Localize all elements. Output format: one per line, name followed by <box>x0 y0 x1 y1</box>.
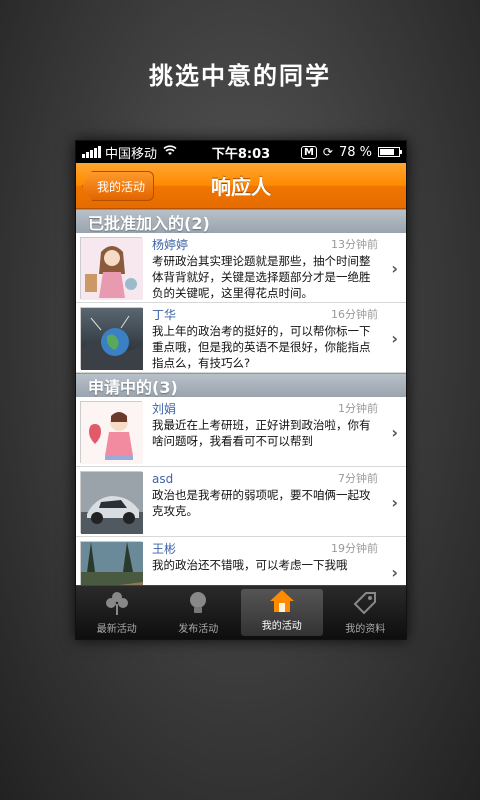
list-item[interactable]: 杨婷婷 13分钟前 考研政治其实理论题就是那些，抽个时间整体背背就好，关键是选择… <box>76 233 406 303</box>
chevron-right-icon: › <box>391 493 398 512</box>
tab-label: 我的资料 <box>345 624 386 635</box>
flower-icon <box>102 589 132 617</box>
tab-my-activities[interactable]: 我的活动 <box>241 589 323 636</box>
tag-icon <box>350 589 380 617</box>
chevron-right-icon: › <box>391 329 398 348</box>
avatar <box>80 237 143 300</box>
tab-label: 我的活动 <box>261 621 302 632</box>
section-pending: 申请中的(3) 刘娟 1分钟前 我最近在上考研班，正好讲到政治啦，你有啥问题呀，… <box>76 373 406 607</box>
nav-title: 响应人 <box>211 175 271 199</box>
tab-publish-activity[interactable]: 发布活动 <box>158 586 240 639</box>
page-headline: 挑选中意的同学 <box>149 62 331 90</box>
battery-icon <box>378 147 402 157</box>
row-text: 政治也是我考研的弱项呢，要不咱俩一起攻克攻克。 <box>152 488 371 518</box>
signal-icon <box>82 146 101 158</box>
tab-my-profile[interactable]: 我的资料 <box>325 586 407 639</box>
row-text: 我的政治还不错哦，可以考虑一下我哦 <box>152 558 348 572</box>
section-approved: 已批准加入的(2) 杨婷婷 13分钟前 考研政治其实理论题就是那些，抽个时间整体… <box>76 209 406 373</box>
list-item[interactable]: asd 7分钟前 政治也是我考研的弱项呢，要不咱俩一起攻克攻克。 › <box>76 467 406 537</box>
tab-label: 最新活动 <box>96 624 137 635</box>
nav-bar: 我的活动 响应人 <box>76 163 406 209</box>
row-time: 16分钟前 <box>331 308 378 321</box>
avatar <box>80 401 143 464</box>
chevron-right-icon: › <box>391 423 398 442</box>
list-item[interactable]: 刘娟 1分钟前 我最近在上考研班，正好讲到政治啦，你有啥问题呀，我看看可不可以帮… <box>76 397 406 467</box>
row-time: 1分钟前 <box>338 402 378 415</box>
chevron-right-icon: › <box>391 563 398 582</box>
section-header-approved: 已批准加入的(2) <box>76 209 406 233</box>
back-button[interactable]: 我的活动 <box>82 171 155 201</box>
tab-bar: 最新活动 发布活动 我的活动 我的资料 <box>76 585 406 639</box>
chevron-right-icon: › <box>391 259 398 278</box>
battery-percent: 78 % <box>338 144 372 160</box>
row-time: 7分钟前 <box>338 472 378 485</box>
tab-latest-activities[interactable]: 最新活动 <box>76 586 158 639</box>
phone-screen: 中国移动 下午8:03 M ⟳ 78 % 我的活动 响应人 已批准加入的(2) <box>75 140 407 640</box>
wifi-icon <box>163 145 177 159</box>
m-badge-icon: M <box>300 145 317 159</box>
list-item[interactable]: 丁华 16分钟前 我上年的政治考的挺好的，可以帮你标一下重点哦，但是我的英语不是… <box>76 303 406 373</box>
avatar <box>80 471 143 534</box>
section-header-pending: 申请中的(3) <box>76 373 406 397</box>
status-bar: 中国移动 下午8:03 M ⟳ 78 % <box>76 141 406 163</box>
carrier-label: 中国移动 <box>105 146 158 162</box>
rotation-lock-icon: ⟳ <box>322 145 333 159</box>
row-text: 我上年的政治考的挺好的，可以帮你标一下重点哦，但是我的英语不是很好，你能指点指点… <box>152 324 371 370</box>
row-text: 我最近在上考研班，正好讲到政治啦，你有啥问题呀，我看看可不可以帮到 <box>152 418 371 448</box>
tab-label: 发布活动 <box>178 624 219 635</box>
avatar <box>80 307 143 370</box>
lightbulb-icon <box>183 589 213 617</box>
row-time: 13分钟前 <box>331 238 378 251</box>
home-icon <box>267 588 297 614</box>
row-time: 19分钟前 <box>331 542 378 555</box>
row-text: 考研政治其实理论题就是那些，抽个时间整体背背就好，关键是选择题部分才是一绝胜负的… <box>152 254 371 300</box>
